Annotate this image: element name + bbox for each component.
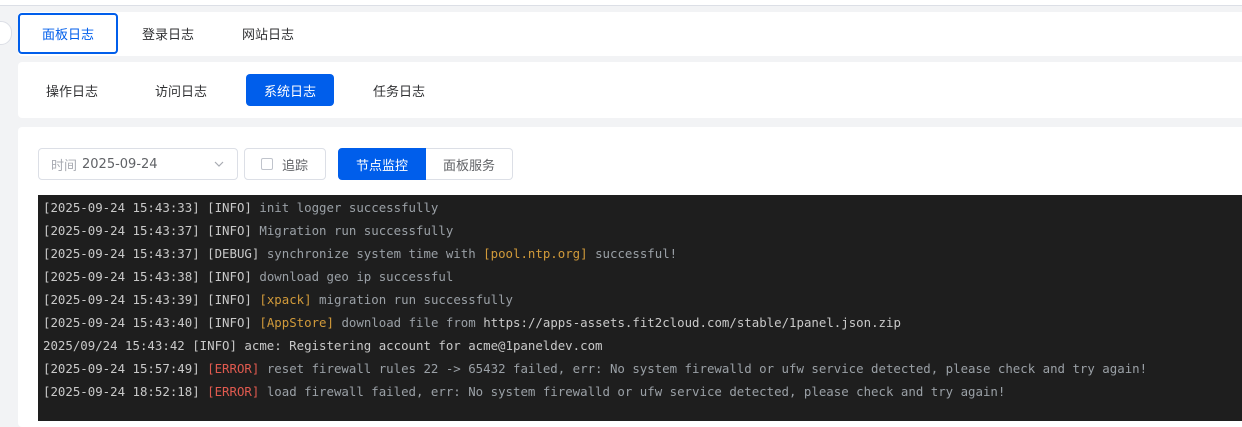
log-message: Migration run successfully xyxy=(259,223,454,238)
log-message: migration run successfully xyxy=(319,292,514,307)
log-level: [INFO] xyxy=(207,269,252,284)
log-raw-text: 2025/09/24 15:43:42 [INFO] acme: Registe… xyxy=(43,338,603,353)
date-select-label: 时间 xyxy=(51,158,78,174)
follow-toggle[interactable]: 追踪 xyxy=(244,148,326,180)
date-select[interactable]: 时间 2025-09-24 xyxy=(38,148,238,180)
log-level: [INFO] xyxy=(207,292,252,307)
log-timestamp: [2025-09-24 15:43:33] xyxy=(43,200,200,215)
log-level: [INFO] xyxy=(207,200,252,215)
log-timestamp: [2025-09-24 15:43:38] xyxy=(43,269,200,284)
tab-system-log[interactable]: 系统日志 xyxy=(246,74,334,106)
log-tag: [AppStore] xyxy=(259,315,334,330)
tab-login-log[interactable]: 登录日志 xyxy=(118,13,218,54)
log-line: [2025-09-24 18:52:18] [ERROR] load firew… xyxy=(43,382,1005,402)
log-timestamp: [2025-09-24 15:43:39] xyxy=(43,292,200,307)
log-line: 2025/09/24 15:43:42 [INFO] acme: Registe… xyxy=(43,336,603,356)
follow-label: 追踪 xyxy=(282,158,309,174)
top-divider xyxy=(0,0,1242,6)
log-line: [2025-09-24 15:43:37] [INFO] Migration r… xyxy=(43,221,453,241)
log-line: [2025-09-24 15:43:38] [INFO] download ge… xyxy=(43,267,453,287)
log-message-prefix: synchronize system time with xyxy=(266,246,476,261)
log-level: [INFO] xyxy=(207,223,252,238)
log-level: [INFO] xyxy=(207,315,252,330)
log-message: load firewall failed, err: No system fir… xyxy=(266,384,1006,399)
node-monitor-button[interactable]: 节点监控 xyxy=(338,148,426,180)
log-level-error: [ERROR] xyxy=(207,361,260,376)
log-message: init logger successfully xyxy=(259,200,439,215)
log-tag: [pool.ntp.org] xyxy=(483,246,588,261)
tab-access-log[interactable]: 访问日志 xyxy=(137,74,225,106)
log-message: download geo ip successful xyxy=(259,269,454,284)
log-message: reset firewall rules 22 -> 65432 failed,… xyxy=(266,361,1148,376)
log-line: [2025-09-24 15:43:39] [INFO] [xpack] mig… xyxy=(43,290,513,310)
chevron-down-icon xyxy=(214,161,224,167)
sidebar-collapse-handle[interactable] xyxy=(0,21,12,45)
log-line: [2025-09-24 15:57:49] [ERROR] reset fire… xyxy=(43,359,1147,379)
log-message: successful! xyxy=(595,246,678,261)
log-line: [2025-09-24 15:43:37] [DEBUG] synchroniz… xyxy=(43,244,677,264)
tab-operation-log[interactable]: 操作日志 xyxy=(28,74,116,106)
log-level: [DEBUG] xyxy=(207,246,260,261)
log-line: [2025-09-24 15:43:33] [INFO] init logger… xyxy=(43,198,438,218)
log-timestamp: [2025-09-24 15:43:37] xyxy=(43,223,200,238)
log-line: [2025-09-24 15:43:40] [INFO] [AppStore] … xyxy=(43,313,901,333)
log-console[interactable]: [2025-09-24 15:43:33] [INFO] init logger… xyxy=(38,195,1242,421)
follow-checkbox[interactable] xyxy=(261,158,273,170)
log-level-error: [ERROR] xyxy=(207,384,260,399)
log-tag: [xpack] xyxy=(259,292,312,307)
log-timestamp: [2025-09-24 15:43:40] xyxy=(43,315,200,330)
log-timestamp: [2025-09-24 18:52:18] xyxy=(43,384,200,399)
panel-service-button[interactable]: 面板服务 xyxy=(426,148,513,180)
tab-website-log[interactable]: 网站日志 xyxy=(218,13,318,54)
log-timestamp: [2025-09-24 15:57:49] xyxy=(43,361,200,376)
log-timestamp: [2025-09-24 15:43:37] xyxy=(43,246,200,261)
tab-task-log[interactable]: 任务日志 xyxy=(355,74,443,106)
tab-panel-log[interactable]: 面板日志 xyxy=(18,13,118,54)
date-select-value: 2025-09-24 xyxy=(82,156,158,172)
log-url: https://apps-assets.fit2cloud.com/stable… xyxy=(483,315,901,330)
log-message: download file from xyxy=(341,315,476,330)
